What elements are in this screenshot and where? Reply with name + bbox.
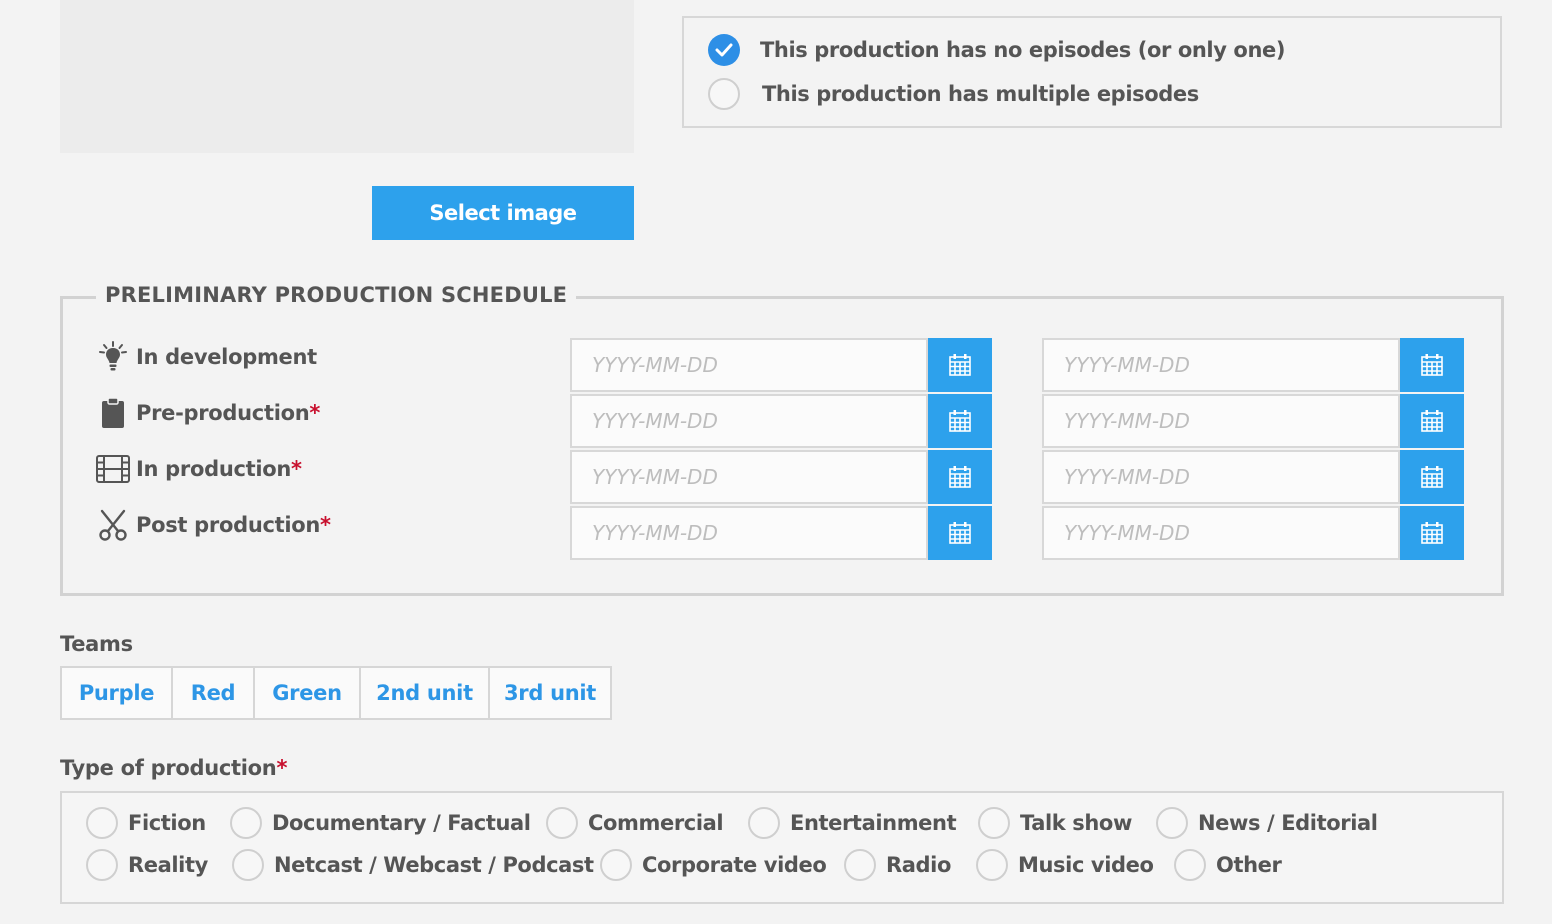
end-date-input[interactable]	[1042, 506, 1400, 560]
type-option-label: Talk show	[1020, 811, 1132, 835]
start-date-preproduction	[570, 394, 992, 448]
select-image-button[interactable]: Select image	[372, 186, 634, 240]
phase-label: In production*	[136, 457, 302, 481]
calendar-icon[interactable]	[1400, 338, 1464, 392]
radio-unchecked-icon[interactable]	[546, 807, 578, 839]
type-option-fiction[interactable]: Fiction	[86, 807, 206, 839]
radio-unchecked-icon[interactable]	[86, 807, 118, 839]
production-type-label: Type of production*	[60, 756, 288, 780]
team-button-purple[interactable]: Purple	[60, 666, 173, 720]
type-option-corporate-video[interactable]: Corporate video	[600, 849, 827, 881]
end-date-input[interactable]	[1042, 450, 1400, 504]
start-date-input[interactable]	[570, 394, 928, 448]
radio-unchecked-icon[interactable]	[976, 849, 1008, 881]
type-option-netcast[interactable]: Netcast / Webcast / Podcast	[232, 849, 594, 881]
phase-label: Post production*	[136, 513, 331, 537]
film-icon	[96, 452, 130, 486]
type-option-label: Music video	[1018, 853, 1154, 877]
type-option-news[interactable]: News / Editorial	[1156, 807, 1378, 839]
type-option-label: Entertainment	[790, 811, 957, 835]
team-button-2nd-unit[interactable]: 2nd unit	[359, 666, 490, 720]
radio-unchecked-icon[interactable]	[232, 849, 264, 881]
start-date-postproduction	[570, 506, 992, 560]
radio-checked-icon[interactable]	[708, 34, 740, 66]
radio-unchecked-icon[interactable]	[230, 807, 262, 839]
radio-unchecked-icon[interactable]	[600, 849, 632, 881]
phase-label: Pre-production*	[136, 401, 321, 425]
episodes-option-label: This production has no episodes (or only…	[760, 38, 1286, 62]
radio-unchecked-icon[interactable]	[708, 78, 740, 110]
clipboard-icon	[96, 396, 130, 430]
phase-label: In development	[136, 345, 317, 369]
end-date-input[interactable]	[1042, 338, 1400, 392]
type-option-label: Netcast / Webcast / Podcast	[274, 853, 594, 877]
teams-label: Teams	[60, 632, 133, 656]
team-button-3rd-unit[interactable]: 3rd unit	[488, 666, 612, 720]
schedule-title: PRELIMINARY PRODUCTION SCHEDULE	[96, 283, 577, 307]
team-button-green[interactable]: Green	[253, 666, 361, 720]
end-date-development	[1042, 338, 1464, 392]
type-option-label: Fiction	[128, 811, 206, 835]
required-marker: *	[320, 513, 331, 537]
start-date-production	[570, 450, 992, 504]
type-option-entertainment[interactable]: Entertainment	[748, 807, 957, 839]
end-date-production	[1042, 450, 1464, 504]
phase-post-production: Post production*	[96, 508, 331, 542]
type-option-label: Documentary / Factual	[272, 811, 531, 835]
phase-in-development: In development	[96, 340, 317, 374]
end-date-input[interactable]	[1042, 394, 1400, 448]
start-date-input[interactable]	[570, 338, 928, 392]
scissors-icon	[96, 508, 130, 542]
radio-unchecked-icon[interactable]	[844, 849, 876, 881]
type-option-label: Other	[1216, 853, 1282, 877]
episodes-option-single[interactable]: This production has no episodes (or only…	[708, 34, 1285, 66]
end-date-preproduction	[1042, 394, 1464, 448]
type-option-label: Reality	[128, 853, 208, 877]
radio-unchecked-icon[interactable]	[86, 849, 118, 881]
required-marker: *	[309, 401, 321, 425]
type-option-radio[interactable]: Radio	[844, 849, 951, 881]
type-option-label: Commercial	[588, 811, 724, 835]
type-option-documentary[interactable]: Documentary / Factual	[230, 807, 531, 839]
type-option-label: Corporate video	[642, 853, 827, 877]
calendar-icon[interactable]	[1400, 394, 1464, 448]
type-option-label: News / Editorial	[1198, 811, 1378, 835]
type-option-other[interactable]: Other	[1174, 849, 1282, 881]
teams-button-group: Purple Red Green 2nd unit 3rd unit	[60, 666, 612, 720]
team-button-red[interactable]: Red	[171, 666, 255, 720]
type-option-label: Radio	[886, 853, 951, 877]
lightbulb-icon	[96, 340, 130, 374]
calendar-icon[interactable]	[928, 506, 992, 560]
calendar-icon[interactable]	[1400, 450, 1464, 504]
end-date-postproduction	[1042, 506, 1464, 560]
type-option-commercial[interactable]: Commercial	[546, 807, 724, 839]
type-option-reality[interactable]: Reality	[86, 849, 208, 881]
episodes-option-multiple[interactable]: This production has multiple episodes	[708, 78, 1199, 110]
radio-unchecked-icon[interactable]	[1156, 807, 1188, 839]
required-marker: *	[276, 756, 288, 780]
phase-pre-production: Pre-production*	[96, 396, 320, 430]
radio-unchecked-icon[interactable]	[1174, 849, 1206, 881]
radio-unchecked-icon[interactable]	[978, 807, 1010, 839]
required-marker: *	[291, 457, 302, 481]
phase-in-production: In production*	[96, 452, 302, 486]
type-option-music-video[interactable]: Music video	[976, 849, 1154, 881]
type-option-talk-show[interactable]: Talk show	[978, 807, 1132, 839]
calendar-icon[interactable]	[928, 338, 992, 392]
start-date-input[interactable]	[570, 450, 928, 504]
episodes-options-box: This production has no episodes (or only…	[682, 16, 1502, 128]
start-date-development	[570, 338, 992, 392]
episodes-option-label: This production has multiple episodes	[762, 82, 1199, 106]
image-preview	[60, 0, 634, 153]
start-date-input[interactable]	[570, 506, 928, 560]
radio-unchecked-icon[interactable]	[748, 807, 780, 839]
calendar-icon[interactable]	[928, 450, 992, 504]
calendar-icon[interactable]	[928, 394, 992, 448]
calendar-icon[interactable]	[1400, 506, 1464, 560]
